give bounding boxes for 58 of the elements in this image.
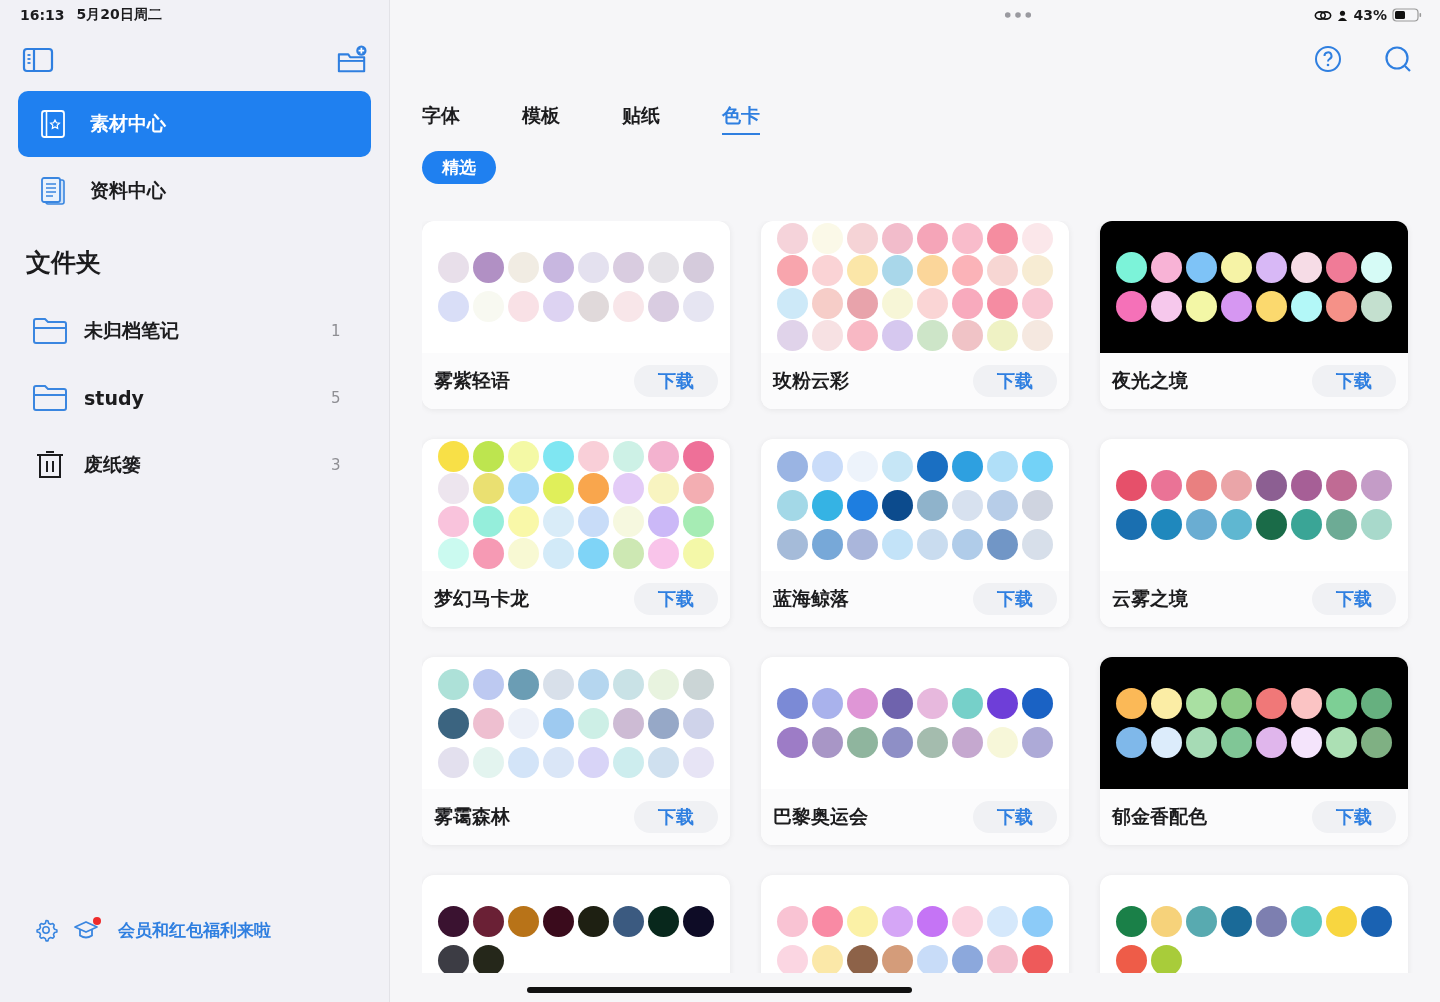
palette-card[interactable]: 雾霭森林 下载 [422,657,730,845]
person-icon [1337,9,1349,21]
download-button[interactable]: 下载 [634,365,718,397]
download-button[interactable]: 下载 [973,365,1057,397]
filter-chip[interactable]: 精选 [422,151,496,184]
palette-card[interactable]: 云雾之境 下载 [1100,439,1408,627]
download-button[interactable]: 下载 [1312,583,1396,615]
folder-count: 5 [331,388,342,407]
folder-name: study [84,386,145,409]
download-button[interactable]: 下载 [634,801,718,833]
folder-item[interactable]: study 5 [18,364,371,431]
tab[interactable]: 模板 [522,103,560,135]
download-button[interactable]: 下载 [973,583,1057,615]
palette-card[interactable]: 梦幻马卡龙 下载 [422,439,730,627]
folder-icon [32,382,68,413]
palette-name: 雾霭森林 [434,804,510,829]
folder-name: 废纸篓 [84,451,142,477]
download-button[interactable]: 下载 [1312,365,1396,397]
palette-name: 蓝海鲸落 [773,586,849,611]
folder-item[interactable]: 废纸篓 3 [18,431,371,498]
palette-name: 夜光之境 [1112,368,1188,393]
palette-name: 雾紫轻语 [434,368,510,393]
palette-card[interactable]: 郁金香配色 下载 [1100,657,1408,845]
tab[interactable]: 贴纸 [622,103,660,135]
palette-card[interactable]: 蓝海鲸落 下载 [761,439,1069,627]
palette-name: 巴黎奥运会 [773,804,868,829]
sidebar-toggle-icon[interactable] [22,46,54,74]
tab[interactable]: 字体 [422,103,460,135]
palette-name: 郁金香配色 [1112,804,1207,829]
palette-name: 云雾之境 [1112,586,1188,611]
tab[interactable]: 色卡 [722,103,760,135]
palette-name: 玫粉云彩 [773,368,849,393]
section-title: 文件夹 [25,247,102,279]
nav-item[interactable]: 素材中心 [18,91,371,157]
status-date: 5月20日周二 [76,6,162,24]
settings-icon[interactable] [34,918,58,942]
palette-name: 梦幻马卡龙 [434,586,529,611]
status-time: 16:13 [20,7,65,23]
folder-name: 未归档笔记 [84,317,180,343]
help-icon[interactable] [1312,45,1344,73]
palette-card[interactable]: 巴黎奥运会 下载 [761,657,1069,845]
folder-item[interactable]: 未归档笔记 1 [18,297,371,364]
battery-icon [1392,8,1422,22]
palette-card[interactable]: 雾紫轻语 下载 [422,221,730,409]
nav-item[interactable]: 资料中心 [18,158,371,224]
download-button[interactable]: 下载 [634,583,718,615]
download-button[interactable]: 下载 [1312,801,1396,833]
folder-count: 1 [331,321,342,340]
more-icon[interactable] [1004,11,1033,19]
link-icon [1314,8,1333,22]
promo-link[interactable]: 会员和红包福利来啦 [118,918,271,942]
download-button[interactable]: 下载 [973,801,1057,833]
battery-percent: 43% [1353,7,1387,23]
palette-card[interactable]: 玫粉云彩 下载 [761,221,1069,409]
palette-card[interactable]: 夜光之境 下载 [1100,221,1408,409]
folder-icon [32,315,68,346]
document-icon [38,175,68,207]
folder-count: 3 [331,455,342,474]
